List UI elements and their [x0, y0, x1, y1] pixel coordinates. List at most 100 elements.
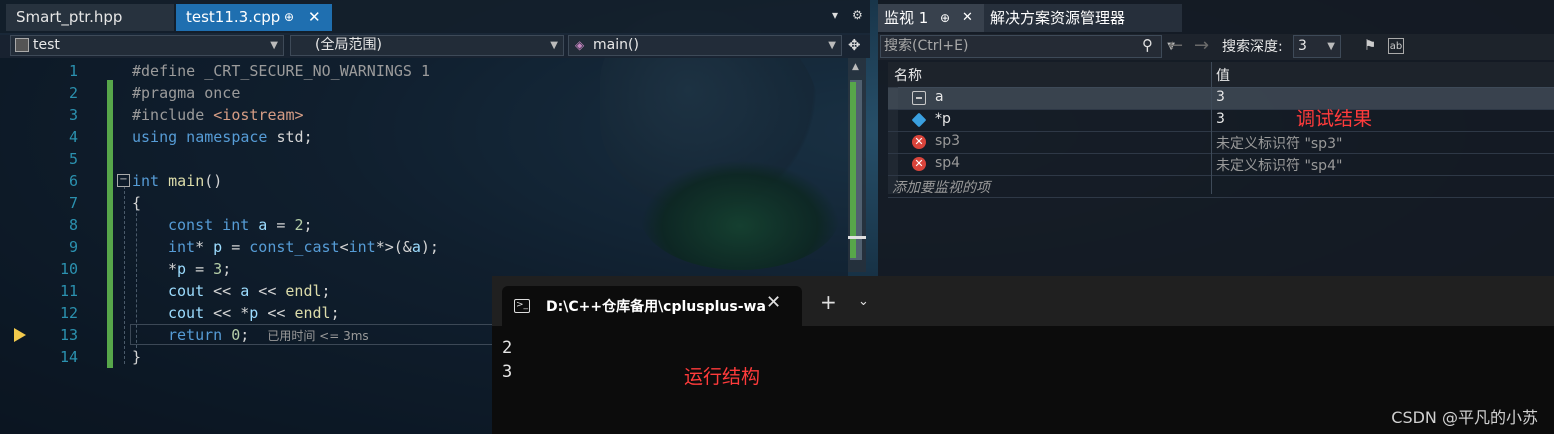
- line-number: 7: [68, 194, 78, 212]
- code-line-10: *p = 3;: [168, 260, 231, 278]
- chevron-down-icon[interactable]: ⌄: [858, 294, 869, 309]
- identifier: std;: [267, 128, 313, 146]
- operator: =: [267, 216, 295, 234]
- column-header-name[interactable]: 名称: [894, 65, 922, 85]
- variable: a: [240, 282, 250, 300]
- scroll-up-icon[interactable]: ▲: [852, 62, 859, 72]
- pin-icon[interactable]: ⊕: [284, 4, 294, 31]
- watch-grid-header: 名称 值: [888, 62, 1554, 88]
- column-divider[interactable]: [1211, 62, 1212, 194]
- watch-row[interactable]: ✕ sp3 未定义标识符 "sp3": [888, 132, 1554, 154]
- watch-name: *p: [935, 111, 951, 127]
- close-icon[interactable]: ✕: [766, 292, 781, 313]
- error-icon: ✕: [912, 135, 926, 149]
- line-number: 3: [68, 106, 78, 124]
- watch-row[interactable]: a 3: [888, 88, 1554, 110]
- tab-dropdown-icon[interactable]: ▾: [832, 8, 838, 22]
- hex-display-icon[interactable]: ab: [1388, 38, 1404, 54]
- watch-name: a: [935, 89, 944, 105]
- error-icon: ✕: [912, 157, 926, 171]
- watch-grid: 名称 值 a 3 *p 3 ✕ sp3 未定义标识符 "sp3" ✕ sp4 未…: [888, 62, 1554, 198]
- operator: <<: [249, 282, 286, 300]
- line-number: 5: [68, 150, 78, 168]
- keyword: const: [168, 216, 214, 234]
- project-combo[interactable]: test ▼: [10, 35, 284, 56]
- tab-watch-1[interactable]: 监视 1 ⊕ ✕: [878, 4, 984, 32]
- watch-name: sp3: [935, 133, 961, 149]
- member-value: main(): [593, 37, 639, 53]
- tab-test11-3[interactable]: test11.3.cpp ⊕ ✕: [176, 4, 332, 31]
- scrollbar-change-marker: [850, 82, 856, 258]
- punctuation: ;: [240, 326, 250, 344]
- watch-row[interactable]: *p 3: [888, 110, 1554, 132]
- punctuation: (): [204, 172, 223, 190]
- function-name: endl: [285, 282, 322, 300]
- directive-args: _CRT_SECURE_NO_WARNINGS 1: [195, 62, 431, 80]
- watch-panel: 监视 1 ⊕ ✕ 解决方案资源管理器 搜索(Ctrl+E) ⚲ ▼ ← → 搜索…: [878, 0, 1554, 276]
- line-number: 13: [59, 326, 78, 344]
- tab-solution-explorer[interactable]: 解决方案资源管理器: [984, 4, 1182, 32]
- punctuation: ;: [222, 260, 232, 278]
- back-arrow-icon[interactable]: ←: [1168, 35, 1183, 56]
- chevron-down-icon: ▼: [828, 40, 836, 51]
- editor-tab-bar: Smart_ptr.hpp test11.3.cpp ⊕ ✕ ▾ ⚙: [0, 0, 870, 35]
- function-icon: ◈: [575, 38, 585, 52]
- split-icon[interactable]: ✥: [848, 36, 861, 54]
- filter-icon[interactable]: ⚑: [1362, 38, 1378, 54]
- outline-guide: [124, 186, 125, 364]
- directive: #include: [132, 106, 205, 124]
- operator: *: [195, 238, 214, 256]
- gear-icon[interactable]: ⚙: [852, 8, 863, 22]
- terminal-tab[interactable]: >_ D:\C++仓库备用\cplusplus-wa ✕: [502, 286, 802, 326]
- variable: p: [213, 238, 223, 256]
- tab-label: 监视 1: [884, 9, 929, 27]
- search-depth-select[interactable]: 3 ▼: [1293, 35, 1341, 58]
- elapsed-time-hint: 已用时间 <= 3ms: [267, 329, 369, 343]
- collapse-toggle[interactable]: −: [117, 174, 130, 187]
- close-icon[interactable]: ✕: [962, 4, 973, 32]
- close-icon[interactable]: ✕: [308, 4, 321, 31]
- watch-tab-bar: 监视 1 ⊕ ✕ 解决方案资源管理器: [878, 4, 1554, 32]
- tab-smart-ptr[interactable]: Smart_ptr.hpp: [6, 4, 174, 31]
- new-tab-button[interactable]: +: [820, 290, 837, 314]
- search-depth-value: 3: [1298, 38, 1307, 54]
- column-header-value[interactable]: 值: [1216, 65, 1230, 85]
- punctuation: ;: [330, 304, 340, 322]
- keyword: const_cast: [249, 238, 340, 256]
- add-watch-row[interactable]: 添加要监视的项: [888, 176, 1554, 198]
- code-line-4: using namespace std;: [132, 128, 313, 146]
- search-placeholder: 搜索(Ctrl+E): [884, 38, 969, 54]
- keyword: int: [348, 238, 376, 256]
- project-value: test: [33, 37, 60, 53]
- scope-combo[interactable]: (全局范围) ▼: [290, 35, 564, 56]
- terminal-tab-bar: >_ D:\C++仓库备用\cplusplus-wa ✕ + ⌄: [492, 276, 1554, 326]
- directive: #define: [132, 62, 196, 80]
- member-combo[interactable]: ◈ main() ▼: [568, 35, 842, 56]
- code-line-7: {: [132, 194, 142, 212]
- keyword: namespace: [177, 128, 268, 146]
- keyword: int: [213, 216, 250, 234]
- line-number: 9: [68, 238, 78, 256]
- change-indicator: [107, 80, 113, 168]
- search-depth-label: 搜索深度:: [1222, 39, 1283, 55]
- variable-icon: [912, 91, 926, 105]
- watch-row[interactable]: ✕ sp4 未定义标识符 "sp4": [888, 154, 1554, 176]
- editor-scrollbar[interactable]: ▲: [848, 58, 866, 272]
- tab-label: 解决方案资源管理器: [990, 9, 1126, 27]
- keyword: int: [168, 238, 196, 256]
- line-number: 2: [68, 84, 78, 102]
- tab-label: Smart_ptr.hpp: [16, 8, 123, 26]
- directive-args: once: [195, 84, 241, 102]
- watch-value: 3: [1216, 89, 1225, 105]
- keyword: return: [168, 326, 223, 344]
- watch-search-input[interactable]: 搜索(Ctrl+E) ⚲ ▼: [880, 35, 1175, 58]
- watch-value: 未定义标识符 "sp3": [1216, 136, 1343, 152]
- line-number: 12: [59, 304, 78, 322]
- search-icon[interactable]: ⚲: [1142, 35, 1153, 56]
- forward-arrow-icon[interactable]: →: [1194, 35, 1209, 56]
- pointer-icon: [911, 112, 927, 128]
- punctuation: <: [339, 238, 349, 256]
- pin-icon[interactable]: ⊕: [940, 4, 950, 32]
- navigation-bar: test ▼ (全局范围) ▼ ◈ main() ▼ ✥: [0, 33, 870, 58]
- punctuation: *>(&: [375, 238, 412, 256]
